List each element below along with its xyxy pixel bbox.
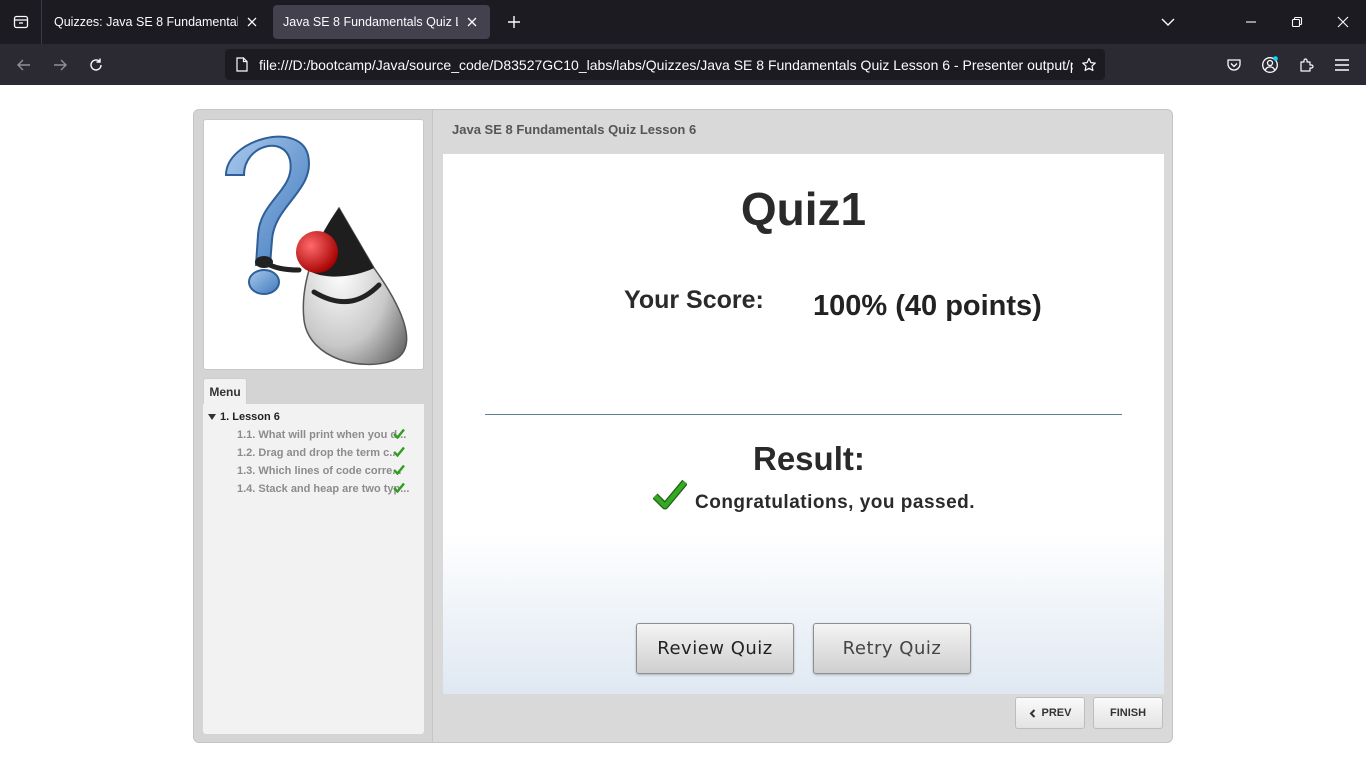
- app-menu-button[interactable]: [1328, 51, 1356, 79]
- list-all-tabs-button[interactable]: [1145, 0, 1191, 44]
- tab-list-icon: [13, 15, 28, 29]
- new-tab-button[interactable]: [502, 10, 526, 34]
- retry-quiz-button[interactable]: Retry Quiz: [813, 623, 971, 674]
- browser-tab-bar: Quizzes: Java SE 8 Fundamentals Java SE …: [0, 0, 1366, 44]
- menu-item-1-4[interactable]: 1.4. Stack and heap are two typ...: [237, 480, 420, 498]
- menu-panel: 1. Lesson 6 1.1. What will print when yo…: [203, 404, 424, 734]
- extensions-button[interactable]: [1292, 51, 1320, 79]
- tab-title: Java SE 8 Fundamentals Quiz Lesson 6 - P…: [283, 15, 458, 29]
- finish-button[interactable]: FINISH: [1093, 697, 1163, 729]
- score-value: 100% (40 points): [813, 290, 1042, 322]
- menu-lesson[interactable]: 1. Lesson 6: [203, 408, 424, 426]
- hamburger-icon: [1335, 59, 1349, 71]
- tab-quizzes[interactable]: Quizzes: Java SE 8 Fundamentals: [44, 5, 270, 39]
- menu-item-1-1[interactable]: 1.1. What will print when you d...: [237, 426, 420, 444]
- tab-close-button[interactable]: [464, 14, 480, 30]
- tab-title: Quizzes: Java SE 8 Fundamentals: [54, 15, 238, 29]
- divider: [485, 414, 1122, 415]
- player-title: Java SE 8 Fundamentals Quiz Lesson 6: [452, 122, 697, 137]
- reload-button[interactable]: [82, 51, 110, 79]
- menu-tab[interactable]: Menu: [203, 378, 247, 404]
- window-close-button[interactable]: [1320, 0, 1366, 44]
- browser-nav-bar: file:///D:/bootcamp/Java/source_code/D83…: [0, 44, 1366, 85]
- tab-list-button[interactable]: [0, 0, 42, 44]
- quiz-heading: Quiz1: [740, 183, 867, 235]
- player-sidebar: Menu 1. Lesson 6 1.1. What will print wh…: [194, 110, 433, 742]
- check-icon: [653, 479, 687, 510]
- score-label: Your Score:: [624, 286, 764, 314]
- expand-triangle-icon[interactable]: [208, 414, 220, 420]
- address-bar[interactable]: file:///D:/bootcamp/Java/source_code/D83…: [225, 49, 1105, 80]
- forward-button[interactable]: [46, 51, 74, 79]
- account-icon: [1262, 56, 1278, 73]
- check-icon: [393, 446, 405, 457]
- pocket-button[interactable]: [1220, 51, 1248, 79]
- url-text[interactable]: file:///D:/bootcamp/Java/source_code/D83…: [257, 57, 1073, 73]
- duke-question-logo: [203, 119, 424, 370]
- check-icon: [393, 428, 405, 439]
- menu-lesson-label: 1. Lesson 6: [220, 411, 280, 423]
- forward-arrow-icon: [54, 59, 67, 71]
- restore-icon: [1291, 16, 1303, 28]
- result-label: Result:: [753, 440, 865, 477]
- restore-button[interactable]: [1274, 0, 1320, 44]
- account-button[interactable]: [1256, 51, 1284, 79]
- plus-icon: [508, 16, 520, 28]
- close-icon: [247, 17, 257, 27]
- review-quiz-button[interactable]: Review Quiz: [636, 623, 794, 674]
- close-icon: [1337, 16, 1349, 28]
- prev-button[interactable]: PREV: [1015, 697, 1085, 729]
- star-icon: [1082, 57, 1096, 71]
- check-icon: [393, 482, 405, 493]
- tab-quiz-lesson-6[interactable]: Java SE 8 Fundamentals Quiz Lesson 6 - P…: [273, 5, 490, 39]
- finish-label: FINISH: [1109, 707, 1147, 719]
- reload-icon: [90, 58, 102, 71]
- bookmark-button[interactable]: [1073, 57, 1105, 73]
- quiz-player: Menu 1. Lesson 6 1.1. What will print wh…: [193, 109, 1173, 743]
- chevron-left-icon: [1029, 708, 1036, 718]
- result-slide: Quiz1 Your Score: 100% (40 points) Resul…: [443, 154, 1164, 694]
- menu-item-1-3[interactable]: 1.3. Which lines of code corre...: [237, 462, 420, 480]
- close-icon: [467, 17, 477, 27]
- page-icon: [227, 57, 257, 72]
- extensions-icon: [1300, 58, 1314, 72]
- prev-label: PREV: [1041, 707, 1072, 719]
- duke-mascot-icon: [224, 135, 408, 366]
- result-message: Congratulations, you passed.: [695, 492, 976, 513]
- back-arrow-icon: [17, 59, 30, 71]
- check-icon: [393, 464, 405, 475]
- tab-close-button[interactable]: [244, 14, 260, 30]
- minimize-button[interactable]: [1228, 0, 1274, 44]
- menu-item-1-2[interactable]: 1.2. Drag and drop the term c...: [237, 444, 420, 462]
- chevron-down-icon: [1161, 18, 1175, 26]
- minimize-icon: [1246, 21, 1256, 23]
- pocket-icon: [1227, 59, 1241, 71]
- back-button[interactable]: [10, 51, 38, 79]
